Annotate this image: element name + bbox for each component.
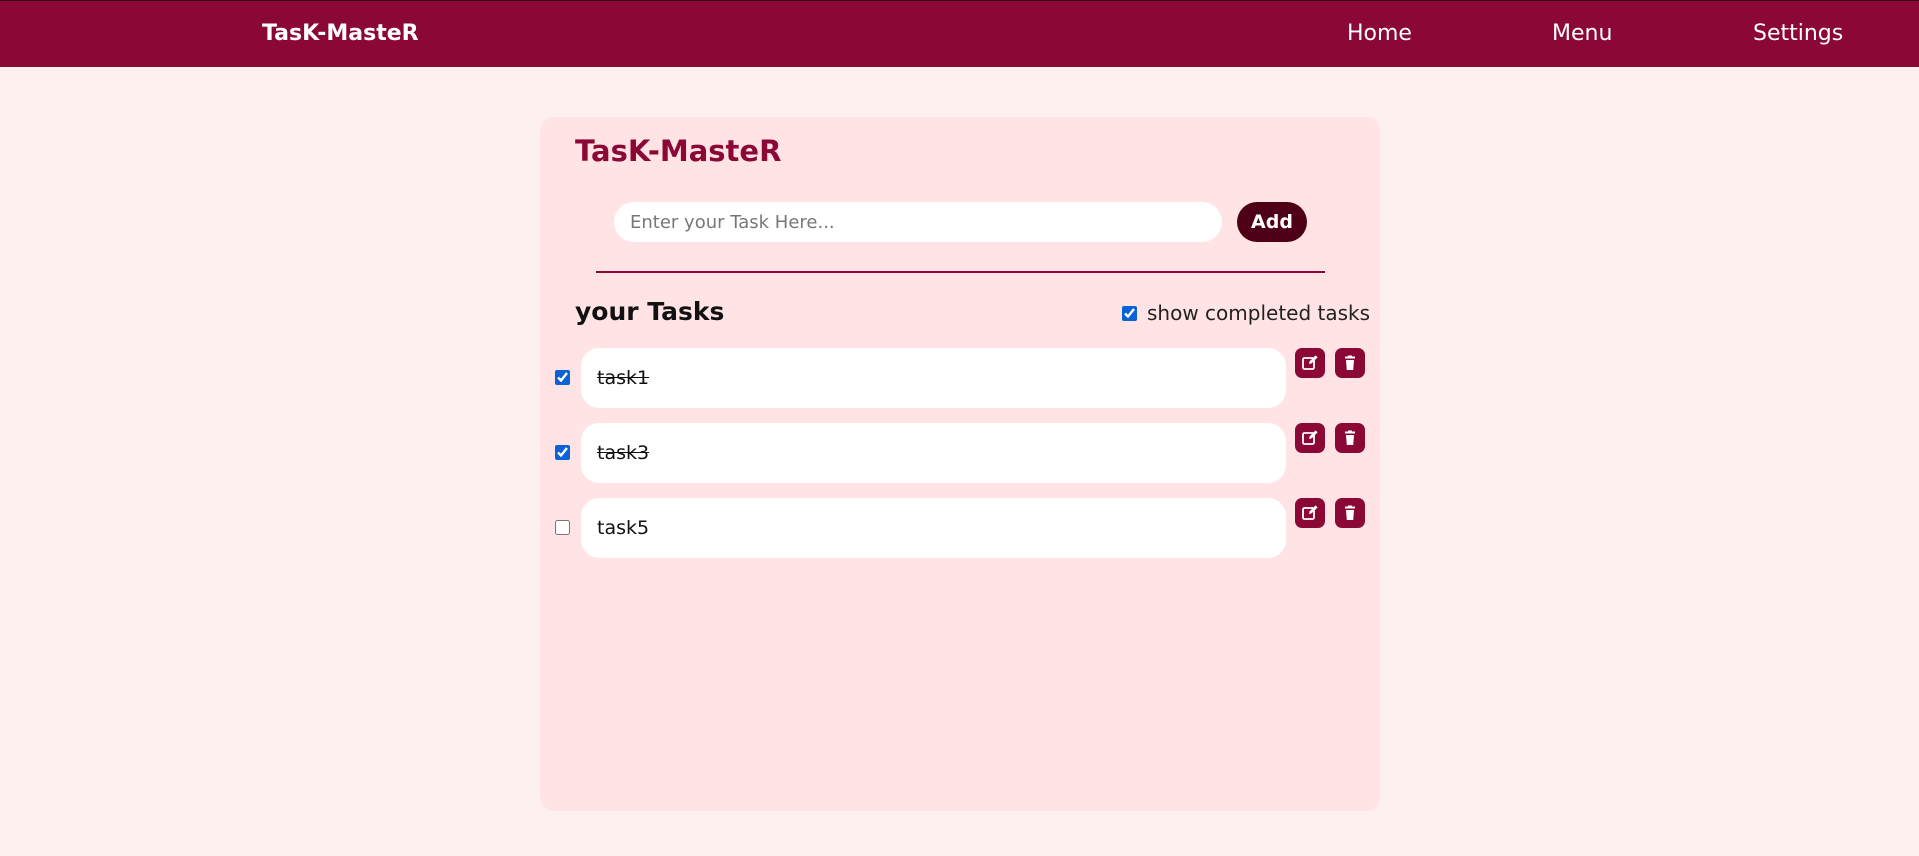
task-complete-checkbox[interactable] (555, 445, 570, 460)
delete-task-button[interactable] (1335, 348, 1365, 378)
show-completed-toggle[interactable]: show completed tasks (1122, 301, 1370, 325)
add-task-button[interactable]: Add (1237, 202, 1307, 242)
nav-link-home[interactable]: Home (1347, 21, 1412, 46)
task-row: task3 (540, 423, 1380, 483)
brand-logo-text[interactable]: TasK-MasteR (262, 21, 419, 46)
edit-icon (1301, 354, 1319, 372)
show-completed-label: show completed tasks (1147, 301, 1371, 325)
top-navbar: TasK-MasteR Home Menu Settings (0, 0, 1919, 67)
divider (596, 271, 1325, 273)
edit-task-button[interactable] (1295, 423, 1325, 453)
trash-icon (1342, 355, 1358, 371)
card-title: TasK-MasteR (575, 134, 782, 168)
task-text-box: task5 (581, 498, 1286, 558)
trash-icon (1342, 430, 1358, 446)
edit-icon (1301, 504, 1319, 522)
task-card: TasK-MasteR Add your Tasks show complete… (540, 117, 1380, 811)
task-complete-checkbox[interactable] (555, 370, 570, 385)
task-row: task5 (540, 498, 1380, 558)
edit-task-button[interactable] (1295, 348, 1325, 378)
edit-task-button[interactable] (1295, 498, 1325, 528)
delete-task-button[interactable] (1335, 498, 1365, 528)
task-text-box: task1 (581, 348, 1286, 408)
tasks-heading: your Tasks (575, 297, 725, 326)
nav-link-menu[interactable]: Menu (1552, 21, 1612, 46)
edit-icon (1301, 429, 1319, 447)
show-completed-checkbox[interactable] (1122, 305, 1137, 321)
trash-icon (1342, 505, 1358, 521)
delete-task-button[interactable] (1335, 423, 1365, 453)
task-row: task1 (540, 348, 1380, 408)
nav-link-settings[interactable]: Settings (1753, 21, 1843, 46)
task-input[interactable] (614, 202, 1222, 242)
task-text-box: task3 (581, 423, 1286, 483)
task-complete-checkbox[interactable] (555, 520, 570, 535)
